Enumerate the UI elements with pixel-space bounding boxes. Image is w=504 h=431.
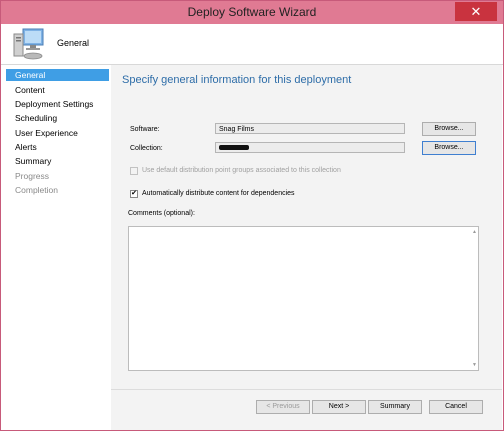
cancel-button[interactable]: Cancel — [429, 400, 483, 414]
scroll-up-icon[interactable]: ▲ — [472, 229, 477, 235]
wizard-header: General — [1, 24, 503, 65]
next-button[interactable]: Next > — [312, 400, 366, 414]
software-field[interactable]: Snag Films — [215, 123, 405, 134]
dp-groups-label: Use default distribution point groups as… — [142, 167, 341, 174]
nav-item-content[interactable]: Content — [6, 84, 109, 96]
collection-browse-button[interactable]: Browse... — [422, 141, 476, 155]
close-button[interactable]: ✕ — [455, 2, 497, 21]
dp-groups-checkbox — [130, 167, 138, 175]
auto-distribute-label: Automatically distribute content for dep… — [142, 190, 295, 197]
software-label: Software: — [130, 126, 160, 133]
main-panel: Specify general information for this dep… — [111, 65, 502, 389]
nav-item-progress: Progress — [15, 171, 50, 181]
comments-textarea[interactable]: ▲ ▼ — [128, 226, 479, 371]
wizard-footer: < Previous Next > Summary Cancel — [111, 389, 502, 430]
nav-item-alerts[interactable]: Alerts — [6, 141, 109, 153]
wizard-window: Deploy Software Wizard ✕ General General… — [0, 0, 504, 431]
nav-item-general[interactable]: General — [6, 69, 109, 81]
computer-icon — [11, 26, 47, 67]
redacted-mark — [219, 145, 249, 150]
close-icon: ✕ — [470, 4, 482, 19]
header-title: General — [57, 38, 90, 48]
nav-item-deployment-settings[interactable]: Deployment Settings — [6, 98, 109, 110]
scroll-down-icon[interactable]: ▼ — [472, 362, 477, 368]
collection-field[interactable] — [215, 142, 405, 153]
wizard-nav: General Content Deployment Settings Sche… — [1, 69, 110, 430]
nav-item-scheduling[interactable]: Scheduling — [6, 112, 109, 124]
software-browse-button[interactable]: Browse... — [422, 122, 476, 136]
nav-item-completion: Completion — [15, 185, 58, 195]
nav-item-summary[interactable]: Summary — [6, 155, 109, 167]
title-bar[interactable]: Deploy Software Wizard ✕ — [1, 1, 503, 24]
nav-item-user-experience[interactable]: User Experience — [6, 127, 109, 139]
comments-label: Comments (optional): — [128, 210, 195, 217]
checkmark-icon: ✔ — [131, 190, 137, 197]
auto-distribute-checkbox[interactable]: ✔ — [130, 190, 138, 198]
page-heading: Specify general information for this dep… — [122, 74, 352, 86]
summary-button[interactable]: Summary — [368, 400, 422, 414]
previous-button: < Previous — [256, 400, 310, 414]
window-title: Deploy Software Wizard — [187, 5, 317, 19]
collection-label: Collection: — [130, 145, 163, 152]
